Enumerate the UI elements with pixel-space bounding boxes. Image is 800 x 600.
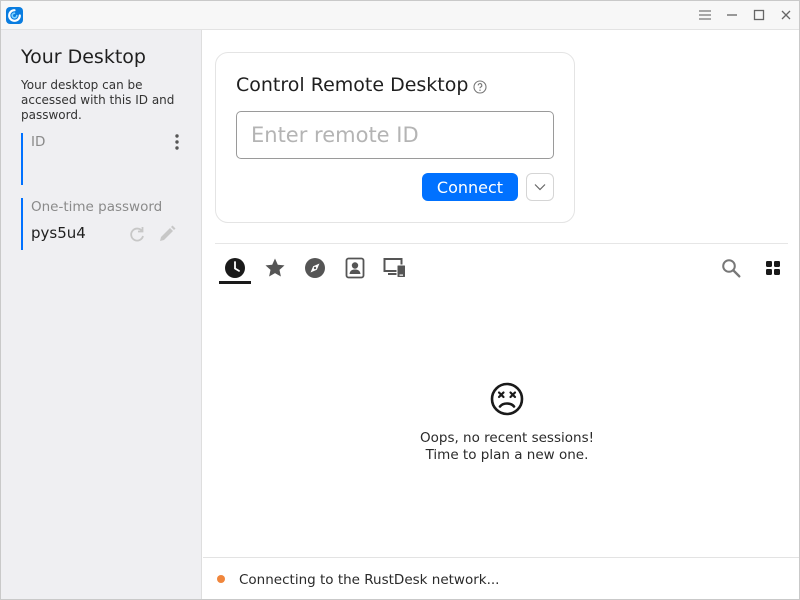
address-book-icon: [345, 257, 365, 279]
id-label: ID: [31, 134, 46, 150]
control-title: Control Remote Desktop: [236, 74, 469, 96]
grid-view-icon[interactable]: [762, 257, 784, 279]
password-field: One-time password pys5u4: [21, 198, 187, 250]
sidebar-description: Your desktop can be accessed with this I…: [21, 78, 175, 122]
password-value[interactable]: pys5u4: [31, 224, 86, 242]
star-icon: [265, 258, 285, 277]
empty-state-message: Oops, no recent sessions! Time to plan a…: [357, 430, 657, 464]
refresh-password-icon[interactable]: [127, 224, 147, 244]
id-field: ID: [21, 133, 187, 185]
rustdesk-logo-icon: [6, 7, 23, 24]
sidebar: Your Desktop Your desktop can be accesse…: [1, 30, 202, 599]
connect-options-button[interactable]: [526, 173, 554, 201]
password-label: One-time password: [31, 199, 163, 215]
rustdesk-window: Your Desktop Your desktop can be accesse…: [0, 0, 800, 600]
tab-recent-sessions[interactable]: [219, 254, 251, 284]
status-indicator-dot: [217, 575, 225, 583]
section-divider: [215, 243, 788, 244]
close-icon[interactable]: [777, 6, 795, 24]
clock-icon: [225, 258, 245, 278]
connect-button[interactable]: Connect: [422, 173, 518, 201]
remote-id-input[interactable]: [236, 111, 554, 159]
devices-icon: [383, 258, 406, 278]
dizzy-face-icon: [490, 382, 524, 416]
edit-pencil-icon[interactable]: [157, 224, 177, 244]
empty-state-line-2: Time to plan a new one.: [425, 447, 589, 463]
title-bar[interactable]: [1, 1, 799, 30]
tab-address-book[interactable]: [339, 254, 371, 284]
status-text: Connecting to the RustDesk network...: [239, 572, 500, 588]
tab-discovered[interactable]: [299, 254, 331, 284]
empty-state-line-1: Oops, no recent sessions!: [419, 430, 595, 446]
sidebar-title: Your Desktop: [21, 46, 146, 68]
compass-icon: [305, 258, 325, 278]
chevron-down-icon: [534, 184, 546, 191]
more-vert-icon[interactable]: [169, 133, 185, 151]
hamburger-menu-icon[interactable]: [696, 6, 714, 24]
tab-group-devices[interactable]: [379, 254, 411, 284]
search-icon[interactable]: [720, 257, 742, 279]
minimize-icon[interactable]: [723, 6, 741, 24]
maximize-icon[interactable]: [750, 6, 768, 24]
help-icon[interactable]: [473, 80, 487, 94]
tab-favorites[interactable]: [259, 254, 291, 284]
status-bar: Connecting to the RustDesk network...: [203, 557, 799, 599]
control-remote-card: Control Remote Desktop Connect: [215, 52, 575, 223]
